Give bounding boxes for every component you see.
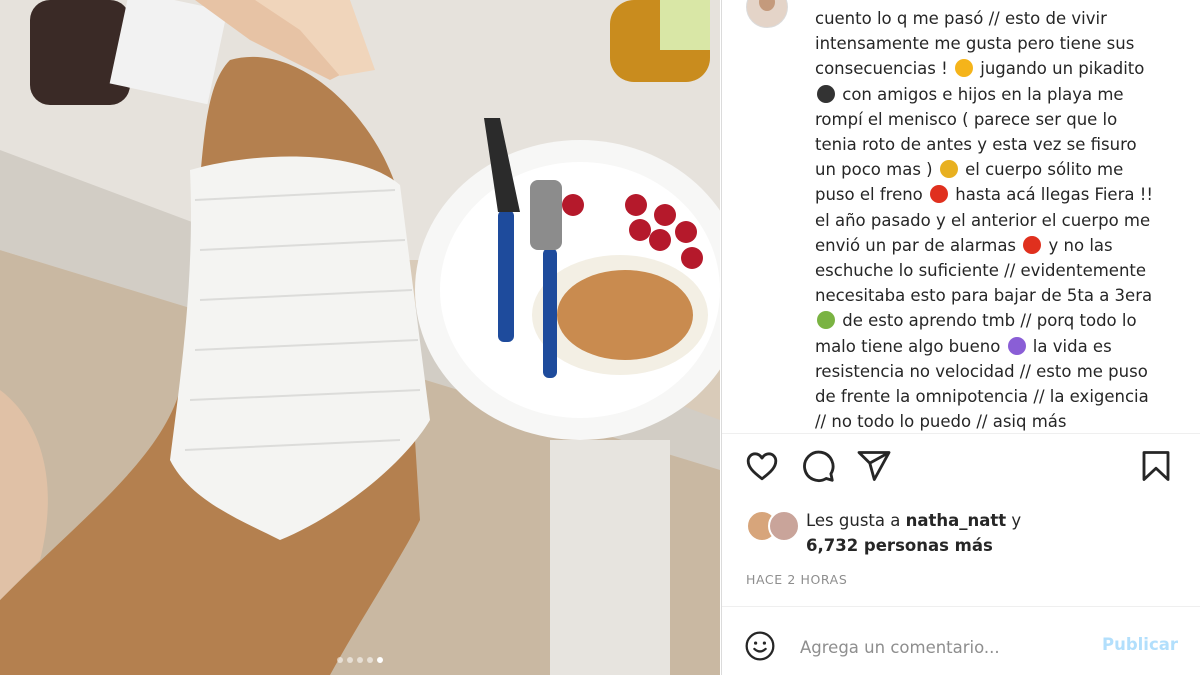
caption-line: cuento lo q me pasó // esto de vivir bbox=[815, 6, 1175, 31]
caption-line: // no todo lo puedo // asiq más bbox=[815, 409, 1175, 432]
meditation-emoji bbox=[817, 311, 835, 330]
author-avatar[interactable] bbox=[746, 0, 788, 28]
save-button[interactable] bbox=[1138, 448, 1178, 488]
caption-line: puso el freno hasta acá llegas Fiera !! bbox=[815, 182, 1175, 207]
caption-line: de esto aprendo tmb // porq todo lo bbox=[815, 308, 1175, 333]
caption-text: resistencia no velocidad // esto me puso bbox=[815, 361, 1148, 381]
liker-avatar[interactable] bbox=[768, 510, 800, 542]
caption-line: malo tiene algo bueno la vida es bbox=[815, 334, 1175, 359]
caption-line: con amigos e hijos en la playa me bbox=[815, 82, 1175, 107]
carousel-dot bbox=[377, 657, 383, 663]
likes-connector: y bbox=[1006, 511, 1022, 530]
caption-line: envió un par de alarmas y no las bbox=[815, 233, 1175, 258]
yin-yang-emoji bbox=[1007, 336, 1026, 355]
caption-area: cuento lo q me pasó // esto de vivir inte… bbox=[722, 0, 1192, 432]
caption-text: con amigos e hijos en la playa me bbox=[837, 84, 1124, 104]
caption-line: de frente la omnipotencia // la exigenci… bbox=[815, 384, 1175, 409]
caption-text: cuento lo q me pasó // esto de vivir bbox=[815, 9, 1107, 28]
siren-emoji bbox=[1023, 235, 1042, 254]
caption-text: tenia roto de antes y esta vez se fisuro bbox=[815, 135, 1137, 155]
soccer-ball-emoji bbox=[817, 84, 835, 103]
comment-icon bbox=[803, 450, 835, 482]
comment-form: Publicar bbox=[722, 607, 1200, 675]
caption-text: necesitaba esto para bajar de 5ta a 3era bbox=[815, 286, 1153, 306]
caption-text: el año pasado y el anterior el cuerpo me bbox=[815, 210, 1151, 230]
caption-line: eschuche lo suficiente // evidentemente bbox=[815, 258, 1175, 283]
caption-text: el cuerpo sólito me bbox=[959, 160, 1124, 180]
post-caption: cuento lo q me pasó // esto de vivir inte… bbox=[815, 6, 1175, 432]
caption-line: resistencia no velocidad // esto me puso bbox=[815, 359, 1175, 384]
caption-line: consecuencias ! jugando un pikadito bbox=[815, 56, 1175, 81]
action-bar bbox=[744, 448, 1184, 488]
caption-line: intensamente me gusta pero tiene sus bbox=[815, 31, 1175, 56]
caption-text: de frente la omnipotencia // la exigenci… bbox=[815, 387, 1149, 407]
likes-prefix: Les gusta a bbox=[806, 511, 906, 530]
caption-text: eschuche lo suficiente // evidentemente bbox=[815, 261, 1147, 281]
caption-text: hasta acá llegas Fiera !! bbox=[950, 185, 1153, 205]
carousel-dot bbox=[347, 657, 353, 663]
publish-button[interactable]: Publicar bbox=[1102, 635, 1178, 654]
caption-text: // no todo lo puedo // asiq más bbox=[815, 412, 1067, 432]
caption-line: rompí el menisco ( parece ser que lo bbox=[815, 107, 1175, 132]
like-button[interactable] bbox=[744, 448, 784, 488]
carousel-dot bbox=[337, 657, 343, 663]
caption-text: consecuencias ! bbox=[815, 59, 953, 79]
caption-line: necesitaba esto para bajar de 5ta a 3era bbox=[815, 283, 1175, 308]
share-button[interactable] bbox=[856, 448, 896, 488]
caption-text: la vida es bbox=[1027, 336, 1112, 356]
emoji-picker-button[interactable] bbox=[744, 630, 776, 662]
post-side-panel: cuento lo q me pasó // esto de vivir inte… bbox=[721, 0, 1200, 675]
leg-emoji bbox=[939, 160, 958, 179]
share-icon bbox=[857, 451, 891, 481]
caption-text: un poco mas ) bbox=[815, 160, 938, 180]
caption-text: de esto aprendo tmb // porq todo lo bbox=[837, 311, 1137, 331]
emoji-smile-icon bbox=[745, 631, 775, 661]
comment-input[interactable] bbox=[800, 631, 1080, 663]
post-image bbox=[0, 0, 720, 675]
heart-icon bbox=[746, 452, 778, 481]
caption-text: envió un par de alarmas bbox=[815, 235, 1022, 255]
caption-line: un poco mas ) el cuerpo sólito me bbox=[815, 157, 1175, 182]
caption-text: rompí el menisco ( parece ser que lo bbox=[815, 109, 1118, 129]
caption-line: tenia roto de antes y esta vez se fisuro bbox=[815, 132, 1175, 157]
liker-username[interactable]: natha_natt bbox=[906, 511, 1007, 530]
bookmark-icon bbox=[1142, 451, 1170, 481]
post-photo[interactable] bbox=[0, 0, 720, 675]
zany-face-emoji bbox=[954, 59, 973, 78]
caption-text: puso el freno bbox=[815, 185, 929, 205]
post-timestamp[interactable]: HACE 2 HORAS bbox=[746, 572, 847, 587]
caption-text: malo tiene algo bueno bbox=[815, 336, 1006, 356]
caption-text: y no las bbox=[1043, 235, 1113, 255]
carousel-dot bbox=[367, 657, 373, 663]
carousel-indicator bbox=[0, 657, 720, 663]
likes-count[interactable]: 6,732 personas más bbox=[806, 536, 993, 555]
carousel-dot bbox=[357, 657, 363, 663]
likes-text: Les gusta a natha_natt y 6,732 personas … bbox=[806, 508, 1106, 558]
divider bbox=[722, 433, 1200, 434]
comment-button[interactable] bbox=[800, 448, 840, 488]
caption-text: jugando un pikadito bbox=[974, 59, 1145, 79]
stop-sign-emoji bbox=[930, 185, 949, 204]
caption-text: intensamente me gusta pero tiene sus bbox=[815, 34, 1135, 54]
caption-line: el año pasado y el anterior el cuerpo me bbox=[815, 208, 1175, 233]
